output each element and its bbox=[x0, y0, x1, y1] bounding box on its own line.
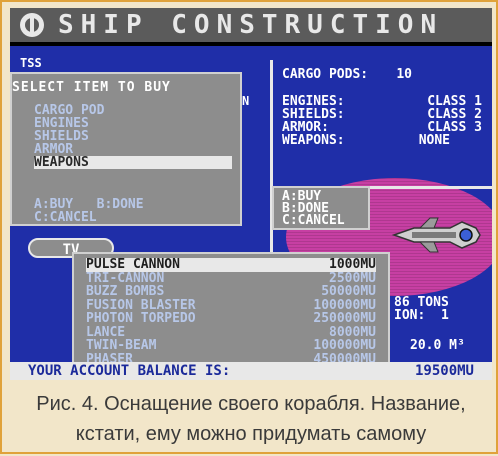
buy-menu-item-selected[interactable]: WEAPONS bbox=[34, 156, 232, 169]
buy-menu-keys: A:BUY B:DONE C:CANCEL bbox=[34, 198, 144, 224]
cancel-action[interactable]: C:CANCEL bbox=[282, 214, 368, 227]
spaceship-icon bbox=[391, 217, 481, 253]
weapon-price: 2500MU bbox=[329, 270, 376, 286]
weapon-name: LANCE bbox=[86, 324, 126, 340]
weapon-item[interactable]: FUSION BLASTER 100000MU bbox=[86, 297, 376, 313]
ship-status-panel: CARGO PODS: 10 ENGINES: CLASS 1 SHIELDS:… bbox=[282, 68, 482, 147]
weapon-price: 1000MU bbox=[329, 257, 376, 272]
weapons-list: PULSE CANNON 1000MU TRI-CANNON 2500MU BU… bbox=[86, 258, 376, 366]
weapon-price: 50000MU bbox=[321, 284, 376, 299]
ship-name-left: TSS bbox=[20, 56, 42, 70]
weapon-price: 100000MU bbox=[313, 338, 376, 353]
weapon-item[interactable]: PHOTON TORPEDO 250000MU bbox=[86, 312, 376, 326]
emblem-icon bbox=[20, 13, 44, 37]
ship-name-right: N bbox=[242, 94, 250, 108]
weapon-item[interactable]: TWIN-BEAM 100000MU bbox=[86, 339, 376, 353]
status-value: NONE bbox=[418, 133, 450, 148]
status-cargo-value: 10 bbox=[396, 67, 412, 82]
weapon-name: FUSION BLASTER bbox=[86, 297, 196, 313]
buy-menu: SELECT ITEM TO BUY CARGO POD ENGINES SHI… bbox=[10, 72, 242, 226]
weapons-menu: PULSE CANNON 1000MU TRI-CANNON 2500MU BU… bbox=[72, 252, 390, 376]
figure-frame: SHIP CONSTRUCTION TSS N CARGO PODS: 10 E… bbox=[0, 0, 498, 454]
weapon-name: PHOTON TORPEDO bbox=[86, 311, 196, 326]
weapon-price: 250000MU bbox=[313, 311, 376, 326]
weapon-item-selected[interactable]: PULSE CANNON 1000MU bbox=[86, 258, 376, 272]
cancel-key[interactable]: C:CANCEL bbox=[34, 211, 144, 224]
screen-title: SHIP CONSTRUCTION bbox=[58, 10, 444, 40]
weapon-price: 8000MU bbox=[329, 324, 376, 340]
weapon-name: TWIN-BEAM bbox=[86, 338, 157, 353]
buy-menu-list: CARGO POD ENGINES SHIELDS ARMOR WEAPONS bbox=[34, 104, 232, 169]
ion-value: ION: 1 bbox=[394, 308, 449, 323]
ship-actions-panel: A:BUY B:DONE C:CANCEL bbox=[272, 186, 370, 230]
title-bar: SHIP CONSTRUCTION bbox=[10, 8, 492, 42]
weapon-name: PULSE CANNON bbox=[86, 257, 180, 272]
status-cargo-row: CARGO PODS: 10 bbox=[282, 68, 482, 81]
ship-specs: 86 TONS ION: 1 bbox=[394, 296, 449, 322]
account-balance-bar: YOUR ACCOUNT BALANCE IS: 19500MU bbox=[10, 362, 492, 380]
volume: 20.0 M³ bbox=[410, 338, 465, 353]
balance-value: 19500MU bbox=[414, 363, 474, 379]
balance-label: YOUR ACCOUNT BALANCE IS: bbox=[28, 363, 231, 379]
weapon-item[interactable]: BUZZ BOMBS 50000MU bbox=[86, 285, 376, 299]
weapon-name: TRI-CANNON bbox=[86, 270, 165, 286]
status-label: WEAPONS: bbox=[282, 133, 345, 148]
status-cargo-label: CARGO PODS: bbox=[282, 67, 369, 82]
buy-menu-title: SELECT ITEM TO BUY bbox=[12, 80, 171, 95]
weapon-item[interactable]: TRI-CANNON 2500MU bbox=[86, 270, 376, 286]
weapon-name: BUZZ BOMBS bbox=[86, 284, 165, 299]
weapon-price: 100000MU bbox=[313, 297, 376, 313]
game-screen: SHIP CONSTRUCTION TSS N CARGO PODS: 10 E… bbox=[10, 8, 492, 380]
title-underline bbox=[10, 42, 492, 46]
status-row: WEAPONS: NONE bbox=[282, 134, 482, 147]
figure-caption: Рис. 4. Оснащение своего корабля. Назван… bbox=[36, 393, 466, 445]
weapon-item[interactable]: LANCE 8000MU bbox=[86, 324, 376, 340]
